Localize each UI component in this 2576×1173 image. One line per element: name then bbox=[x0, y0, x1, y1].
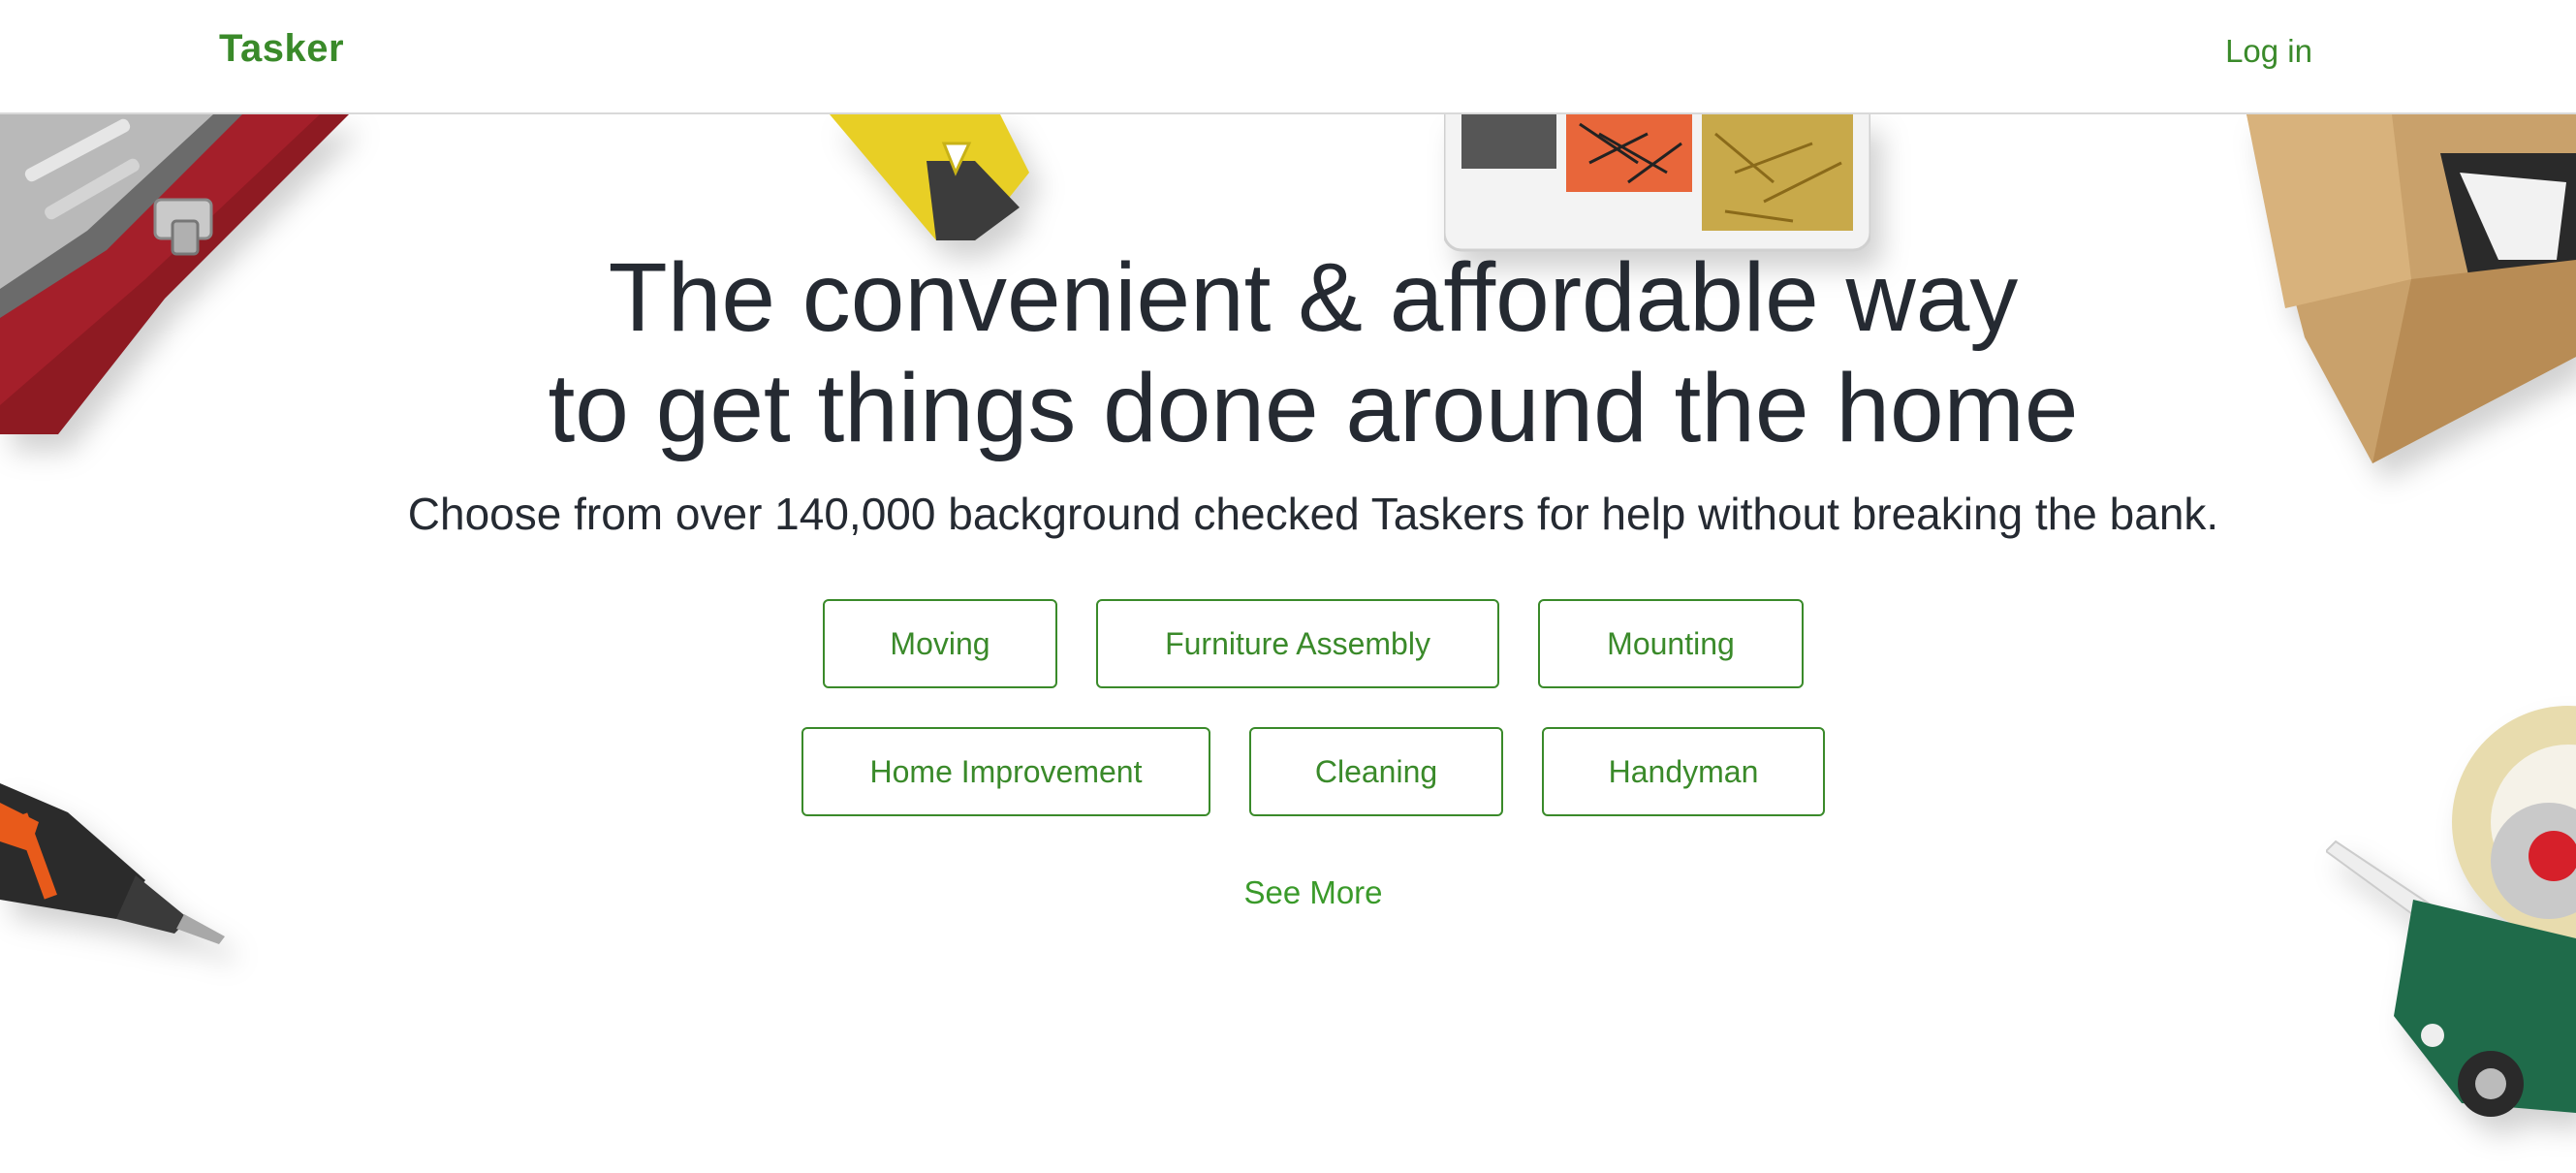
category-row-2: Home Improvement Cleaning Handyman bbox=[0, 727, 2576, 816]
top-nav-bar: Tasker Log in bbox=[0, 0, 2576, 114]
category-furniture-assembly-button[interactable]: Furniture Assembly bbox=[1096, 599, 1499, 688]
category-handyman-button[interactable]: Handyman bbox=[1542, 727, 1825, 816]
see-more-link[interactable]: See More bbox=[0, 874, 2576, 911]
hero-section: The convenient & affordable way to get t… bbox=[0, 114, 2576, 1173]
hero-subheadline: Choose from over 140,000 background chec… bbox=[407, 489, 2219, 539]
level-tool-image bbox=[830, 114, 1029, 240]
tasker-logo[interactable]: Tasker bbox=[219, 27, 344, 71]
category-moving-button[interactable]: Moving bbox=[823, 599, 1057, 688]
headline-line-2: to get things done around the home bbox=[548, 354, 2079, 462]
login-link[interactable]: Log in bbox=[2225, 33, 2312, 70]
category-row-1: Moving Furniture Assembly Mounting bbox=[0, 599, 2576, 688]
headline-line-1: The convenient & affordable way bbox=[608, 243, 2019, 352]
screw-organizer-image bbox=[1444, 114, 1870, 252]
category-cleaning-button[interactable]: Cleaning bbox=[1249, 727, 1503, 816]
category-mounting-button[interactable]: Mounting bbox=[1538, 599, 1804, 688]
category-home-improvement-button[interactable]: Home Improvement bbox=[801, 727, 1210, 816]
hero-headline: The convenient & affordable way to get t… bbox=[0, 242, 2576, 463]
